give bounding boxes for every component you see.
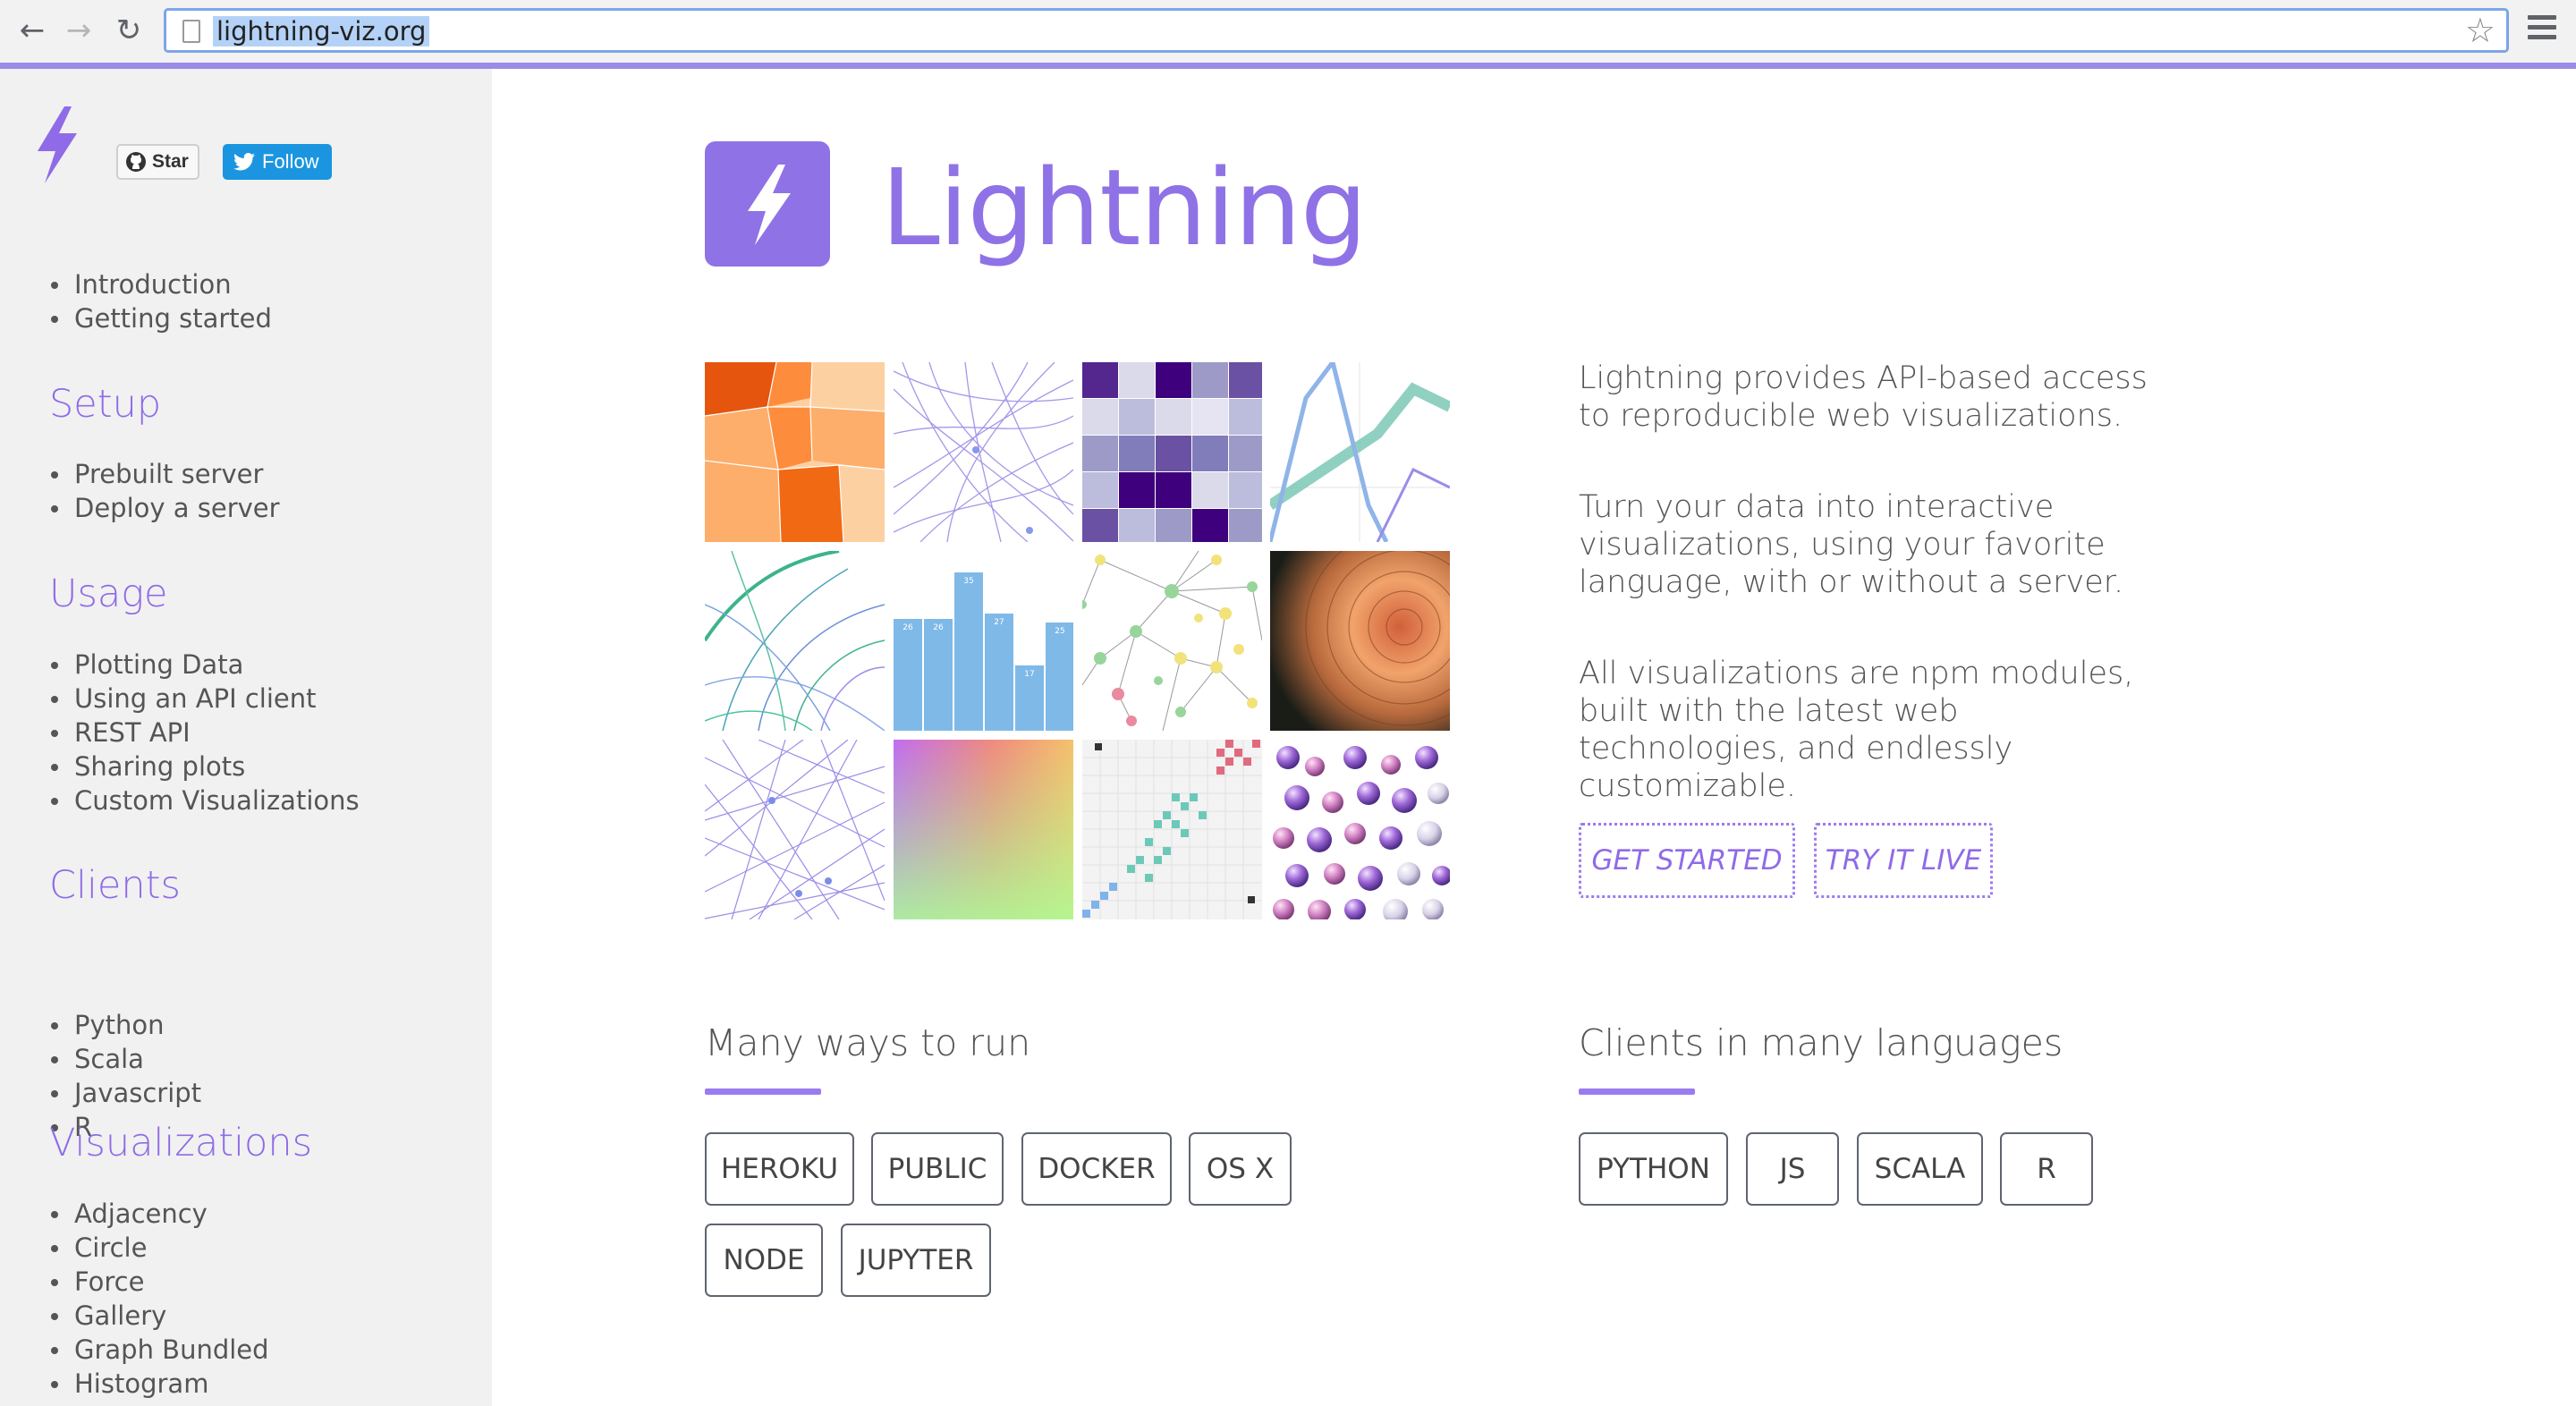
setup-links: Prebuilt server Deploy a server [49, 457, 280, 525]
clients-section-title: Clients in many languages [1579, 1021, 2063, 1064]
sidebar-heading-usage[interactable]: Usage [49, 572, 168, 616]
sidebar: Star Follow Introduction Getting started… [0, 69, 492, 1406]
thumbnail-histogram[interactable]: 26 26 35 27 17 25 [894, 551, 1073, 731]
client-option-js[interactable]: JS [1746, 1132, 1839, 1206]
histogram-label: 26 [902, 623, 913, 632]
client-option-r[interactable]: R [2000, 1132, 2093, 1206]
sidebar-item-histogram[interactable]: Histogram [49, 1367, 269, 1401]
sidebar-item-graph-bundled[interactable]: Graph Bundled [49, 1333, 269, 1367]
twitter-follow-label: Follow [262, 150, 319, 173]
clients-section-underline [1579, 1088, 1695, 1095]
page-title: Lightning [881, 146, 1368, 269]
sidebar-heading-setup[interactable]: Setup [49, 382, 161, 427]
intro-links: Introduction Getting started [49, 267, 272, 335]
description-paragraph-3: All visualizations are npm modules, buil… [1579, 656, 2134, 804]
thumbnail-dahlia-photo[interactable] [1270, 551, 1450, 731]
histogram-label: 26 [933, 623, 944, 632]
reload-button[interactable]: ↻ [111, 13, 147, 48]
lightning-bolt-icon[interactable] [32, 106, 82, 183]
lightning-logo-icon [705, 141, 830, 267]
run-option-osx[interactable]: OS X [1189, 1132, 1292, 1206]
client-option-scala[interactable]: SCALA [1857, 1132, 1983, 1206]
hamburger-menu-icon[interactable] [2528, 15, 2556, 44]
thumbnail-lines[interactable] [894, 362, 1073, 542]
sidebar-item-javascript[interactable]: Javascript [49, 1076, 201, 1110]
sidebar-item-gallery[interactable]: Gallery [49, 1299, 269, 1333]
sidebar-item-api-client[interactable]: Using an API client [49, 682, 360, 716]
sidebar-item-prebuilt-server[interactable]: Prebuilt server [49, 457, 280, 491]
thumbnail-streamlines[interactable] [705, 551, 885, 731]
sidebar-item-circle[interactable]: Circle [49, 1231, 269, 1265]
sidebar-item-introduction[interactable]: Introduction [49, 267, 272, 301]
run-option-jupyter[interactable]: JUPYTER [841, 1224, 991, 1297]
bookmark-star-icon[interactable]: ☆ [2465, 13, 2496, 48]
sidebar-item-deploy-server[interactable]: Deploy a server [49, 491, 280, 525]
usage-links: Plotting Data Using an API client REST A… [49, 648, 360, 817]
run-option-node[interactable]: NODE [705, 1224, 823, 1297]
sidebar-item-custom-viz[interactable]: Custom Visualizations [49, 783, 360, 817]
address-bar[interactable]: lightning-viz.org ☆ [164, 8, 2509, 53]
sidebar-item-python[interactable]: Python [49, 1008, 201, 1042]
github-star-button[interactable]: Star [116, 144, 199, 180]
thumbnail-adjacency[interactable] [1082, 740, 1262, 919]
thumbnail-force-graph[interactable] [1082, 551, 1262, 731]
page-accent-bar [0, 63, 2576, 69]
url-text[interactable]: lightning-viz.org [213, 16, 430, 47]
thumbnail-color-gradient[interactable] [894, 740, 1073, 919]
thumbnail-map[interactable] [705, 362, 885, 542]
sidebar-item-sharing-plots[interactable]: Sharing plots [49, 750, 360, 783]
sidebar-item-getting-started[interactable]: Getting started [49, 301, 272, 335]
github-icon [126, 152, 146, 172]
github-star-label: Star [152, 151, 189, 172]
sidebar-item-adjacency[interactable]: Adjacency [49, 1197, 269, 1231]
thumbnail-matrix[interactable] [1082, 362, 1262, 542]
histogram-label: 25 [1055, 627, 1064, 636]
sidebar-heading-visualizations[interactable]: Visualizations [49, 1121, 312, 1165]
thumbnail-line-bundle[interactable] [705, 740, 885, 919]
sidebar-item-rest-api[interactable]: REST API [49, 716, 360, 750]
forward-button[interactable]: → [61, 13, 97, 48]
page-icon [182, 20, 200, 43]
try-it-live-button[interactable]: TRY IT LIVE [1814, 823, 1993, 898]
run-section-title: Many ways to run [705, 1021, 1031, 1064]
run-option-heroku[interactable]: HEROKU [705, 1132, 854, 1206]
sidebar-item-plotting-data[interactable]: Plotting Data [49, 648, 360, 682]
twitter-bird-icon [233, 153, 255, 171]
run-option-public[interactable]: PUBLIC [871, 1132, 1004, 1206]
back-button[interactable]: ← [14, 13, 50, 48]
sidebar-heading-clients[interactable]: Clients [49, 863, 181, 908]
run-section-underline [705, 1088, 821, 1095]
run-option-docker[interactable]: DOCKER [1021, 1132, 1172, 1206]
get-started-button[interactable]: GET STARTED [1579, 823, 1795, 898]
histogram-label: 17 [1024, 670, 1034, 679]
histogram-label: 27 [994, 618, 1004, 627]
description-paragraph-2: Turn your data into interactive visualiz… [1579, 489, 2124, 600]
client-option-python[interactable]: PYTHON [1579, 1132, 1728, 1206]
sidebar-item-scala[interactable]: Scala [49, 1042, 201, 1076]
sidebar-item-force[interactable]: Force [49, 1265, 269, 1299]
browser-toolbar: ← → ↻ lightning-viz.org ☆ [0, 0, 2576, 64]
description-paragraph-1: Lightning provides API-based access to r… [1579, 360, 2148, 434]
thumbnail-spheres[interactable] [1270, 740, 1450, 919]
thumbnail-line-chart[interactable] [1270, 362, 1450, 542]
twitter-follow-button[interactable]: Follow [223, 144, 332, 180]
visualization-links: Adjacency Circle Force Gallery Graph Bun… [49, 1197, 269, 1401]
histogram-label: 35 [963, 577, 973, 586]
